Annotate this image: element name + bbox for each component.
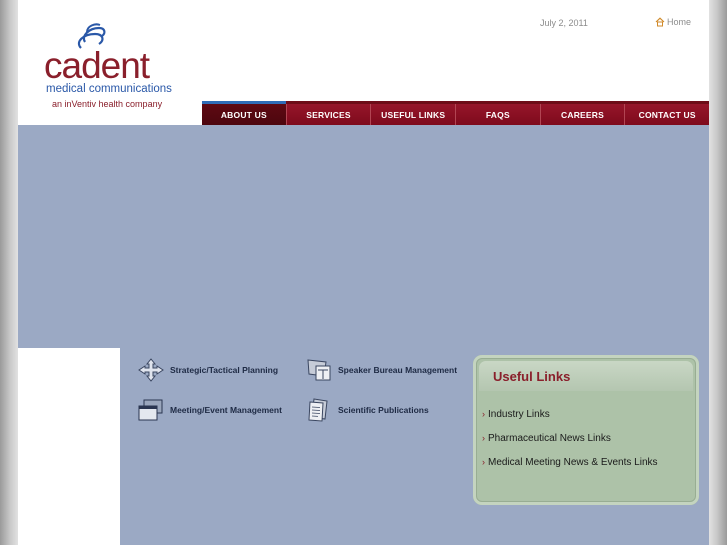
nav-services[interactable]: SERVICES: [286, 104, 372, 125]
service-label: Meeting/Event Management: [170, 405, 282, 415]
service-meeting-event[interactable]: Meeting/Event Management: [138, 398, 282, 422]
current-date: July 2, 2011: [540, 18, 588, 28]
home-link[interactable]: Home: [655, 17, 691, 27]
logo[interactable]: cadent medical communications an inVenti…: [40, 22, 180, 114]
service-speaker-bureau[interactable]: Speaker Bureau Management: [306, 358, 457, 382]
logo-parent-company: an inVentiv health company: [52, 99, 163, 109]
nav-careers[interactable]: CAREERS: [540, 104, 626, 125]
service-label: Scientific Publications: [338, 405, 429, 415]
useful-links-title: Useful Links: [493, 369, 571, 384]
document-stack-icon: [308, 398, 328, 422]
left-sidebar-blank: [18, 348, 120, 545]
nav-useful-links[interactable]: USEFUL LINKS: [371, 104, 457, 125]
nav-active-indicator: [202, 101, 286, 104]
link-medical-meeting-news[interactable]: Medical Meeting News & Events Links: [482, 457, 658, 468]
lower-section: Strategic/Tactical Planning Speaker Bure…: [18, 348, 709, 545]
home-icon: [655, 17, 665, 27]
service-scientific-publications[interactable]: Scientific Publications: [306, 398, 429, 422]
arrows-icon: [138, 358, 164, 382]
link-industry[interactable]: Industry Links: [482, 409, 658, 420]
hero-banner: [18, 125, 709, 348]
service-label: Speaker Bureau Management: [338, 365, 458, 375]
home-link-label: Home: [667, 17, 692, 27]
presentation-board-icon: [307, 359, 331, 381]
useful-links-panel: Useful Links Industry Links Pharmaceutic…: [473, 355, 699, 505]
useful-links-list: Industry Links Pharmaceutical News Links…: [482, 409, 658, 481]
page: cadent medical communications an inVenti…: [18, 0, 709, 545]
link-pharmaceutical-news[interactable]: Pharmaceutical News Links: [482, 433, 658, 444]
main-nav: ABOUT US SERVICES USEFUL LINKS FAQS CARE…: [202, 101, 709, 125]
nav-about-us[interactable]: ABOUT US: [202, 104, 287, 125]
useful-links-header: Useful Links: [479, 361, 693, 391]
monitor-window-icon: [138, 399, 163, 421]
service-label: Strategic/Tactical Planning: [170, 365, 279, 375]
nav-faqs[interactable]: FAQS: [456, 104, 541, 125]
service-strategic-planning[interactable]: Strategic/Tactical Planning: [138, 358, 278, 382]
logo-tagline: medical communications: [46, 83, 172, 95]
nav-contact-us[interactable]: CONTACT US: [625, 104, 709, 125]
logo-wordmark: cadent: [44, 45, 150, 86]
